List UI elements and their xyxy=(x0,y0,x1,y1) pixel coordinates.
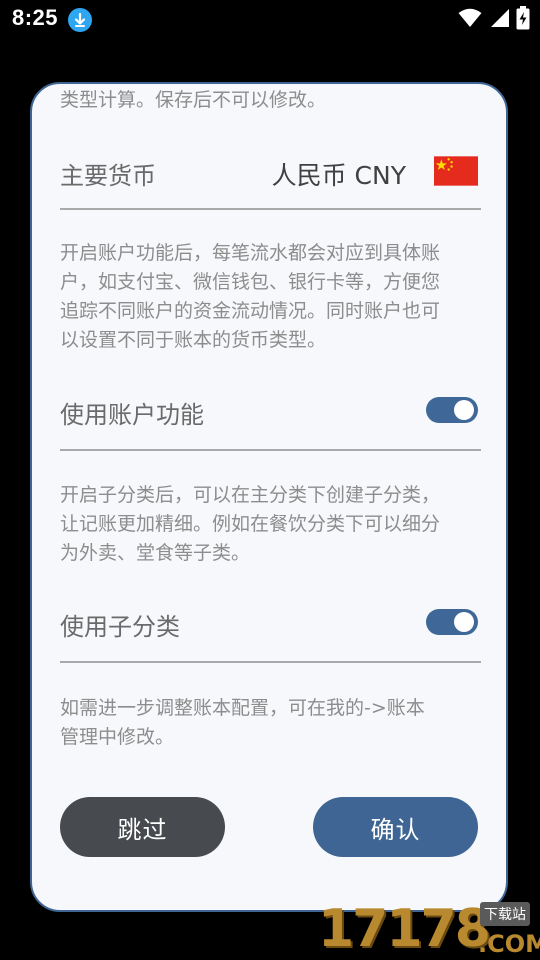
confirm-button[interactable]: 确认 xyxy=(313,797,478,857)
screen: 8:25 类型计算。保存后不可以修改。 主要货币 人民币 CNY 开启账户功能后… xyxy=(0,0,540,960)
subcategory-description-line: 让记账更加精细。例如在餐饮分类下可以细分 xyxy=(60,513,441,535)
subcategory-description-line: 开启子分类后，可以在主分类下创建子分类， xyxy=(60,484,441,506)
signal-icon xyxy=(488,8,510,28)
currency-value[interactable]: 人民币 CNY xyxy=(272,156,406,192)
currency-divider xyxy=(60,208,481,210)
wifi-icon xyxy=(458,8,482,28)
toggle-knob xyxy=(454,612,474,632)
watermark-logo: 17178 下载站 .COM xyxy=(318,898,540,960)
status-icons xyxy=(458,6,530,30)
watermark-number: 17178 xyxy=(318,899,491,959)
account-description-line: 以设置不同于账本的货币类型。 xyxy=(60,329,327,351)
download-icon xyxy=(68,8,92,32)
account-description-line: 追踪不同账户的资金流动情况。同时账户也可 xyxy=(60,300,441,322)
footer-note: 如需进一步调整账本配置，可在我的->账本 管理中修改。 xyxy=(60,694,485,752)
ledger-settings-dialog: 类型计算。保存后不可以修改。 主要货币 人民币 CNY 开启账户功能后，每笔流水… xyxy=(30,82,508,912)
account-divider xyxy=(60,449,481,451)
account-description: 开启账户功能后，每笔流水都会对应到具体账 户，如支付宝、微信钱包、银行卡等，方便… xyxy=(60,239,485,355)
dialog-top-text: 类型计算。保存后不可以修改。 xyxy=(60,89,327,111)
account-feature-label: 使用账户功能 xyxy=(60,401,204,429)
account-description-line: 户，如支付宝、微信钱包、银行卡等，方便您 xyxy=(60,271,441,293)
subcategory-divider xyxy=(60,661,481,663)
currency-label: 主要货币 xyxy=(60,162,156,190)
subcategory-description-line: 为外卖、堂食等子类。 xyxy=(60,542,251,564)
battery-charging-icon xyxy=(516,6,530,30)
watermark-domain: .COM xyxy=(478,930,540,958)
status-bar: 8:25 xyxy=(0,0,540,36)
watermark-tag: 下载站 xyxy=(480,902,530,926)
subcategory-toggle[interactable] xyxy=(426,609,478,635)
toggle-knob xyxy=(454,400,474,420)
account-feature-toggle[interactable] xyxy=(426,397,478,423)
account-description-line: 开启账户功能后，每笔流水都会对应到具体账 xyxy=(60,242,441,264)
subcategory-label: 使用子分类 xyxy=(60,613,180,641)
footer-note-line: 管理中修改。 xyxy=(60,726,175,748)
skip-button[interactable]: 跳过 xyxy=(60,797,225,857)
footer-note-line: 如需进一步调整账本配置，可在我的->账本 xyxy=(60,697,425,719)
status-time: 8:25 xyxy=(12,5,59,30)
subcategory-description: 开启子分类后，可以在主分类下创建子分类， 让记账更加精细。例如在餐饮分类下可以细… xyxy=(60,481,485,568)
china-flag-icon xyxy=(434,156,478,186)
